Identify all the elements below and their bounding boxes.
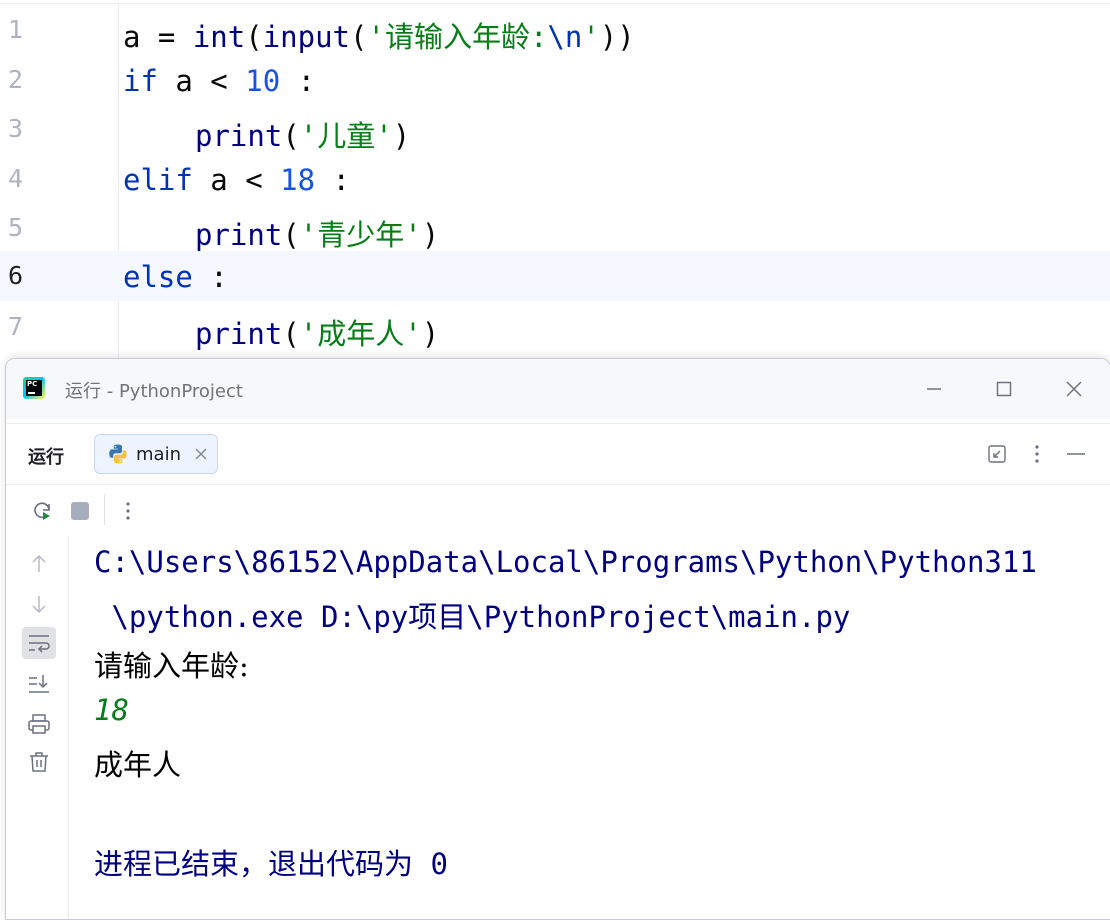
- console-user-input: 18: [94, 693, 129, 727]
- code-text[interactable]: elif a < 18 :: [123, 163, 350, 197]
- minimize-icon: [927, 388, 941, 390]
- code-token: (: [350, 20, 368, 54]
- more-vertical-icon[interactable]: [1025, 442, 1049, 466]
- console-command-line-continued: \python.exe D:\py项目\PythonProject\main.p…: [94, 600, 851, 634]
- code-token: a <: [192, 163, 281, 197]
- code-token: ): [392, 119, 411, 153]
- trash-icon[interactable]: [26, 749, 52, 775]
- minimize-button[interactable]: [916, 371, 952, 407]
- code-token: print: [195, 119, 283, 153]
- code-token: '成年人': [299, 317, 422, 351]
- editor-top-border: [0, 3, 1110, 4]
- arrow-down-icon[interactable]: [26, 591, 52, 617]
- close-icon[interactable]: [194, 447, 208, 461]
- code-token: ': [582, 20, 600, 54]
- code-token: int: [192, 20, 246, 54]
- code-token: (: [282, 119, 300, 153]
- code-token: print: [195, 218, 283, 252]
- toolbar-separator: [104, 495, 105, 525]
- code-token: input: [262, 20, 351, 54]
- console-exit-message: 进程已结束，退出代码为 0: [94, 847, 448, 881]
- maximize-button[interactable]: [986, 371, 1022, 407]
- code-line[interactable]: 5 print('青少年'): [0, 203, 1110, 253]
- code-token: ): [421, 317, 440, 351]
- code-text[interactable]: print('成年人'): [195, 311, 439, 353]
- code-line[interactable]: 3 print('儿童'): [0, 104, 1110, 154]
- code-line[interactable]: 4 elif a < 18 :: [0, 154, 1110, 204]
- soft-wrap-icon: [29, 635, 50, 653]
- line-number: 2: [8, 65, 24, 94]
- code-token: :: [280, 64, 316, 98]
- window-title: 运行 - PythonProject: [65, 381, 243, 402]
- scroll-to-end-icon[interactable]: [26, 671, 52, 697]
- code-token: '青少年': [299, 218, 422, 252]
- restore-layout-icon[interactable]: [985, 442, 1009, 466]
- line-number: 7: [8, 312, 24, 341]
- console-output[interactable]: C:\Users\86152\AppData\Local\Programs\Py…: [68, 537, 1110, 919]
- code-token: )): [599, 20, 635, 54]
- code-token: print: [195, 317, 283, 351]
- close-button[interactable]: [1056, 371, 1092, 407]
- pycharm-icon: PC: [23, 377, 45, 399]
- line-number: 3: [8, 114, 24, 143]
- more-vertical-icon[interactable]: [116, 499, 140, 523]
- code-token: a <: [157, 64, 246, 98]
- run-toolbar: [6, 485, 1110, 537]
- line-number: 4: [8, 164, 24, 193]
- code-token: '请输入年龄:: [367, 20, 548, 54]
- code-token: \n: [547, 20, 583, 54]
- tab-label: main: [136, 444, 181, 465]
- code-token: '儿童': [299, 119, 393, 153]
- code-token: ): [421, 218, 440, 252]
- close-icon: [1066, 381, 1082, 397]
- print-icon[interactable]: [26, 711, 52, 737]
- run-tool-window: PC 运行 - PythonProject 运行 main C:\Users\8…: [5, 358, 1110, 920]
- code-text[interactable]: if a < 10 :: [123, 64, 315, 98]
- code-line[interactable]: 2 if a < 10 :: [0, 55, 1110, 105]
- console-side-toolbar: [6, 537, 69, 919]
- hide-icon[interactable]: [1064, 442, 1088, 466]
- python-icon: [109, 444, 127, 464]
- code-token: (: [245, 20, 263, 54]
- run-tab-bar: 运行 main: [6, 423, 1110, 485]
- code-token: else: [123, 260, 193, 294]
- window-title-bar[interactable]: PC 运行 - PythonProject: [6, 359, 1110, 419]
- rerun-icon[interactable]: [30, 499, 54, 523]
- stop-icon[interactable]: [68, 499, 92, 523]
- run-label: 运行: [28, 447, 64, 468]
- code-line-current[interactable]: 6 else :: [0, 251, 1110, 301]
- code-line[interactable]: 7 print('成年人'): [0, 302, 1110, 352]
- code-token: a =: [123, 20, 193, 54]
- line-number: 6: [8, 261, 24, 290]
- code-token: if: [123, 64, 158, 98]
- code-text[interactable]: a = int(input('请输入年龄:\n')): [123, 14, 635, 56]
- code-token: :: [315, 163, 350, 197]
- code-token: :: [192, 260, 228, 294]
- line-number: 1: [8, 15, 24, 44]
- console-command-line: C:\Users\86152\AppData\Local\Programs\Py…: [94, 545, 1037, 579]
- code-text[interactable]: else :: [123, 260, 228, 294]
- code-token: 10: [245, 64, 281, 98]
- line-number: 5: [8, 213, 24, 242]
- arrow-up-icon[interactable]: [26, 551, 52, 577]
- code-editor[interactable]: 1 a = int(input('请输入年龄:\n')) 2 if a < 10…: [0, 0, 1110, 360]
- code-line[interactable]: 1 a = int(input('请输入年龄:\n')): [0, 5, 1110, 55]
- code-text[interactable]: print('儿童'): [195, 113, 410, 155]
- tab-main[interactable]: main: [94, 434, 218, 474]
- code-token: elif: [123, 163, 193, 197]
- console-prompt: 请输入年龄:: [94, 649, 249, 683]
- code-token: (: [282, 218, 300, 252]
- console-output-line: 成年人: [94, 748, 182, 782]
- code-text[interactable]: print('青少年'): [195, 212, 439, 254]
- code-token: 18: [280, 163, 316, 197]
- code-token: (: [282, 317, 300, 351]
- soft-wrap-button[interactable]: [22, 627, 56, 659]
- maximize-icon: [996, 381, 1012, 397]
